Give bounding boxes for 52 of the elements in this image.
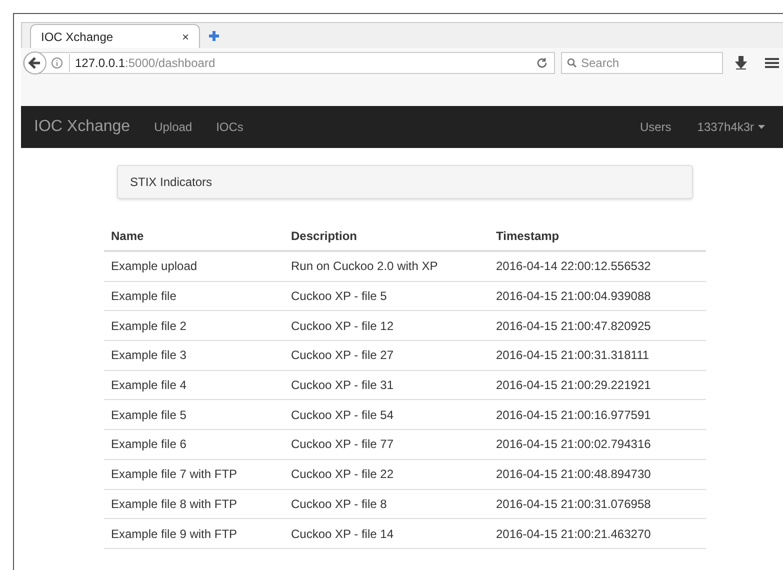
column-header: Timestamp (495, 228, 560, 244)
table-cell-text: Example file 4 (110, 377, 188, 394)
table-cell-text: 2016-04-15 21:00:31.318111 (495, 347, 650, 364)
nav-link[interactable]: IOCs (216, 118, 244, 136)
menu-icon[interactable] (765, 57, 779, 69)
reload-icon[interactable] (536, 57, 548, 69)
table-cell-text: 2016-04-15 21:00:31.076958 (495, 496, 652, 513)
table-cell-text: Example file 6 (110, 436, 188, 454)
table-cell-text: Cuckoo XP - file 22 (290, 466, 394, 484)
table-cell-text: Run on Cuckoo 2.0 with XP (290, 258, 439, 276)
column-header: Description (290, 228, 358, 244)
search-field[interactable]: Search (561, 52, 723, 74)
column-header: Name (110, 228, 145, 244)
table-cell-text: Cuckoo XP - file 12 (290, 318, 394, 335)
browser-tab[interactable]: IOC Xchange × (30, 24, 200, 48)
url-field[interactable]: 127.0.0.1:5000/dashboard (23, 52, 555, 74)
nav-link[interactable]: Upload (154, 118, 192, 136)
tab-close-button[interactable]: × (182, 28, 189, 46)
table-cell-text: Cuckoo XP - file 54 (290, 406, 394, 424)
table-cell-text: 2016-04-15 21:00:04.939088 (495, 288, 652, 306)
table-cell-text: Example file 2 (110, 318, 188, 335)
table-cell-text: Example file 5 (110, 406, 188, 424)
table-cell-text: Example file 7 with FTP (110, 466, 238, 484)
table-cell-text: 2016-04-15 21:00:02.794316 (495, 436, 652, 454)
user-menu[interactable]: 1337h4k3r (697, 118, 765, 136)
table-cell-text: Example file 9 with FTP (110, 526, 238, 543)
brand-link[interactable]: IOC Xchange (34, 115, 130, 139)
table-cell-text: Cuckoo XP - file 14 (290, 526, 394, 543)
table-cell-text: 2016-04-15 21:00:21.463270 (495, 526, 652, 543)
table-cell-text: Cuckoo XP - file 77 (290, 436, 394, 454)
caret-icon (758, 125, 765, 129)
panel-heading: STIX Indicators (117, 165, 693, 199)
back-icon[interactable] (23, 51, 47, 75)
table-cell-text: Example file 8 with FTP (110, 496, 238, 513)
download-icon[interactable] (735, 56, 747, 70)
tab-title: IOC Xchange (41, 28, 114, 46)
table-cell-text: 2016-04-15 21:00:47.820925 (495, 318, 652, 335)
table-cell-text: 2016-04-14 22:00:12.556532 (495, 258, 652, 276)
table-cell-text: 2016-04-15 21:00:16.977591 (495, 406, 652, 424)
new-tab-icon[interactable] (208, 30, 220, 42)
table-cell-text: Cuckoo XP - file 8 (290, 496, 388, 513)
table-cell-text: Example file (110, 288, 178, 306)
info-icon[interactable] (51, 57, 63, 69)
table-cell-text: 2016-04-15 21:00:29.221921 (495, 377, 652, 394)
table-cell-text: 2016-04-15 21:00:48.894730 (495, 466, 652, 484)
table-cell-text: Cuckoo XP - file 27 (290, 347, 394, 364)
table-cell-text: Cuckoo XP - file 31 (290, 377, 394, 394)
nav-link[interactable]: Users (640, 118, 672, 136)
table-cell-text: Example upload (110, 258, 198, 276)
table-cell-text: Cuckoo XP - file 5 (290, 288, 388, 306)
search-icon (567, 58, 577, 68)
table-cell-text: Example file 3 (110, 347, 188, 364)
